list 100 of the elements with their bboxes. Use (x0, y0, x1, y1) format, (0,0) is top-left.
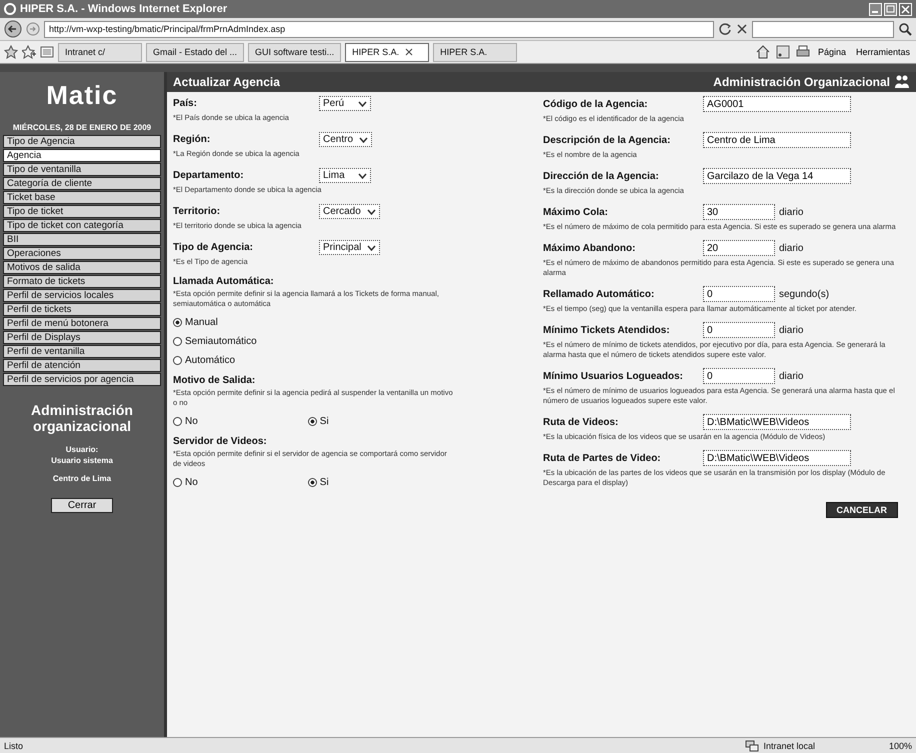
sidebar-item[interactable]: Tipo de ticket (3, 205, 161, 218)
browser-tab[interactable]: HIPER S.A. (345, 42, 430, 62)
add-favorite-icon[interactable] (22, 45, 36, 59)
sidebar-item[interactable]: Formato de tickets (3, 275, 161, 288)
field-label: País: (173, 98, 198, 109)
sidebar-item[interactable]: Agencia (3, 149, 161, 162)
search-field[interactable] (752, 20, 894, 38)
close-tab-icon[interactable] (405, 48, 414, 56)
input-field[interactable]: 20 (703, 240, 775, 256)
back-icon[interactable] (4, 20, 22, 38)
zoom-level[interactable]: 100% (888, 740, 912, 750)
input-field[interactable]: Centro de Lima (703, 132, 851, 148)
option-label: Si (320, 477, 329, 488)
sidebar-item[interactable]: Ticket base (3, 191, 161, 204)
sidebar-item[interactable]: Perfil de menú botonera (3, 317, 161, 330)
input-field[interactable]: 30 (703, 204, 775, 220)
toolbar-button[interactable]: Herramientas (854, 47, 912, 57)
sidebar-item[interactable]: Perfil de servicios por agencia (3, 373, 161, 386)
close-icon[interactable] (899, 2, 912, 16)
input-field[interactable]: AG0001 (703, 96, 851, 112)
forward-icon[interactable] (26, 22, 40, 36)
field-label: Servidor de Videos: (173, 436, 268, 447)
dropdown[interactable]: Cercado (319, 204, 380, 219)
unit-label: diario (779, 370, 804, 382)
field-label: Descripción de la Agencia: (543, 134, 672, 146)
browser-icon (4, 3, 16, 15)
sidebar-item[interactable]: Perfil de Displays (3, 331, 161, 344)
input-field[interactable]: 0 (703, 368, 775, 384)
browser-tab[interactable]: HIPER S.A. (433, 42, 518, 62)
sidebar-item[interactable]: Perfil de servicios locales (3, 289, 161, 302)
agency-name: Centro de Lima (52, 473, 112, 484)
radio-button[interactable] (173, 356, 182, 365)
field-label: Máximo Cola: (543, 206, 610, 218)
status-text: Listo (4, 740, 24, 750)
sidebar-item[interactable]: Tipo de ticket con categoría (3, 219, 161, 232)
home-icon[interactable] (756, 45, 770, 59)
dropdown[interactable]: Perú (319, 96, 371, 111)
tab-list-icon[interactable] (40, 45, 54, 59)
field-label: Ruta de Partes de Video: (543, 452, 662, 464)
date-label: MIÉRCOLES, 28 DE ENERO DE 2009 (12, 122, 152, 134)
address-field[interactable]: http://vm-wxp-testing/bmatic/Principal/frmPrnAdmIndex.asp (44, 20, 714, 38)
field-label: Llamada Automática: (173, 276, 275, 287)
sidebar-item[interactable]: Motivos de salida (3, 261, 161, 274)
radio-button[interactable] (308, 478, 317, 487)
dropdown[interactable]: Centro (319, 132, 372, 147)
sidebar-item[interactable]: Tipo de ventanilla (3, 163, 161, 176)
radio-button[interactable] (308, 417, 317, 426)
field-label: Mínimo Usuarios Logueados: (543, 370, 684, 382)
unit-label: diario (779, 242, 804, 254)
option-label: Automático (185, 355, 236, 366)
option-label: Semiautomático (185, 336, 257, 347)
field-label: Mínimo Tickets Atendidos: (543, 324, 671, 336)
input-field[interactable]: 0 (703, 286, 775, 302)
refresh-icon[interactable] (718, 22, 732, 36)
field-label: Código de la Agencia: (543, 98, 649, 110)
sidebar-item[interactable]: Categoría de cliente (3, 177, 161, 190)
stop-icon[interactable] (736, 23, 748, 35)
radio-button[interactable] (173, 417, 182, 426)
input-field[interactable]: Garcilazo de la Vega 14 (703, 168, 851, 184)
window-title: HIPER S.A. - Windows Internet Explorer (20, 3, 228, 15)
option-label: No (185, 477, 198, 488)
input-field[interactable]: D:\BMatic\WEB\Videos (703, 450, 851, 466)
field-label: Motivo de Salida: (173, 375, 256, 386)
field-label: Región: (173, 134, 212, 145)
input-field[interactable]: D:\BMatic\WEB\Videos (703, 414, 851, 430)
search-icon[interactable] (898, 22, 912, 36)
sidebar-item[interactable]: Operaciones (3, 247, 161, 260)
radio-button[interactable] (173, 337, 182, 346)
cancel-button[interactable]: CANCELAR (826, 502, 898, 518)
maximize-icon[interactable] (884, 2, 897, 16)
dropdown[interactable]: Principal (319, 240, 380, 255)
field-label: Rellamado Automático: (543, 288, 656, 300)
printer-icon[interactable] (796, 45, 810, 59)
user-label: Usuario: (64, 444, 100, 455)
field-label: Tipo de Agencia: (173, 242, 254, 253)
browser-tab[interactable]: Intranet c/ (58, 42, 142, 62)
minimize-icon[interactable] (869, 2, 882, 16)
user-name: Usuario sistema (50, 455, 114, 466)
sidebar-item[interactable]: Perfil de tickets (3, 303, 161, 316)
logout-button[interactable]: Cerrar (50, 498, 114, 513)
sidebar-item[interactable]: Perfil de ventanilla (3, 345, 161, 358)
field-label: Dirección de la Agencia: (543, 170, 660, 182)
dropdown[interactable]: Lima (319, 168, 371, 183)
browser-tab[interactable]: Gmail - Estado del ... (146, 42, 244, 62)
browser-tab[interactable]: GUI software testi... (248, 42, 342, 62)
input-field[interactable]: 0 (703, 322, 775, 338)
sidebar-item[interactable]: BII (3, 233, 161, 246)
section-title: Administración organizacional (30, 401, 134, 436)
radio-button[interactable] (173, 478, 182, 487)
field-label: Ruta de Videos: (543, 416, 620, 428)
unit-label: diario (779, 206, 804, 218)
sidebar-item[interactable]: Perfil de atención (3, 359, 161, 372)
people-icon (894, 74, 910, 90)
favorites-star-icon[interactable] (4, 45, 18, 59)
sidebar-item[interactable]: Tipo de Agencia (3, 135, 161, 148)
field-label: Territorio: (173, 206, 222, 217)
toolbar-button[interactable]: Página (816, 47, 848, 57)
radio-button[interactable] (173, 318, 182, 327)
field-label: Departamento: (173, 170, 245, 181)
field-label: Máximo Abandono: (543, 242, 636, 254)
